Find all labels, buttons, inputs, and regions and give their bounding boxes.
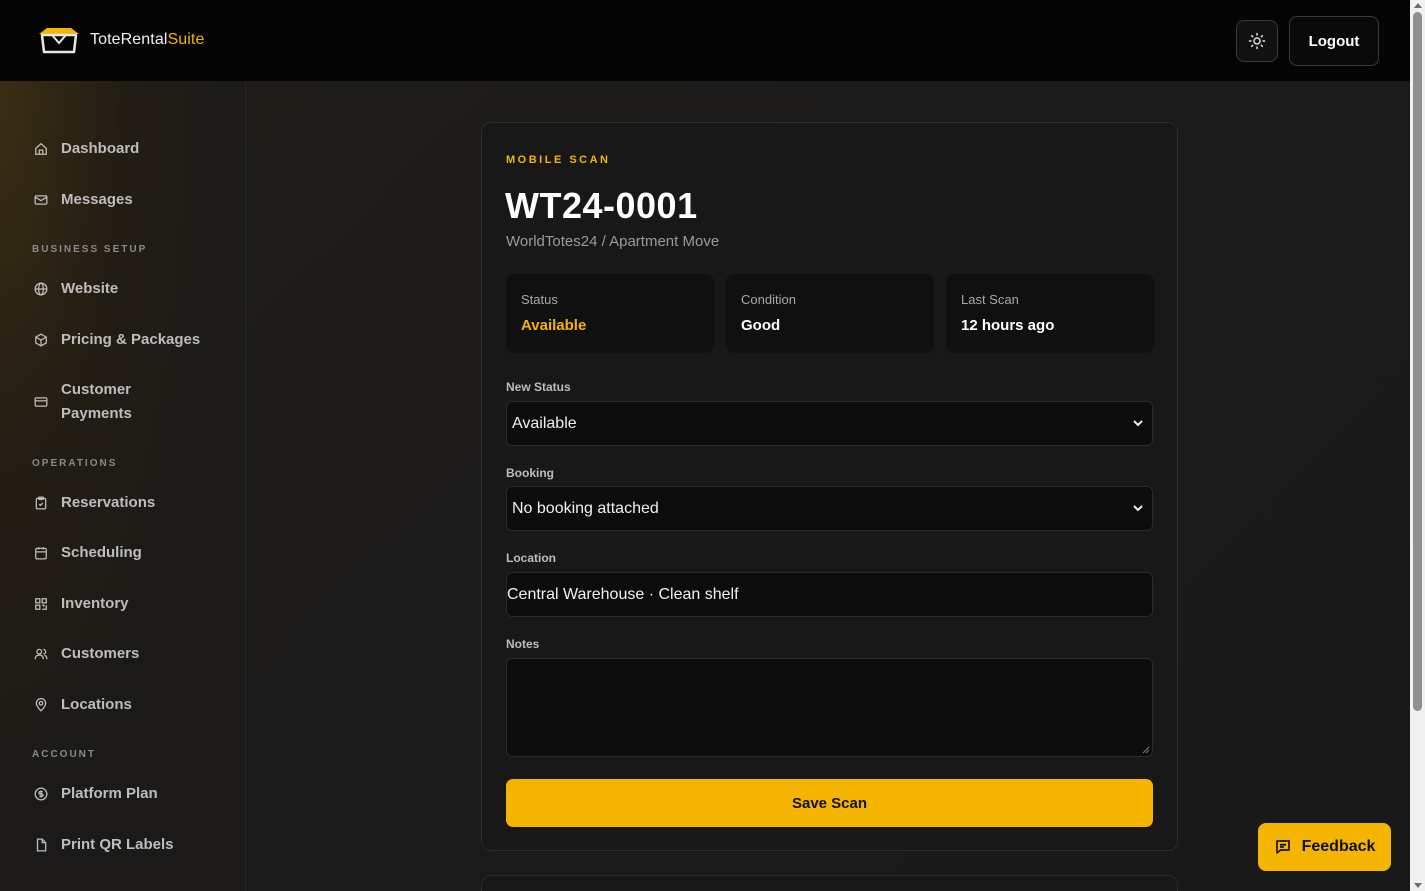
feedback-label: Feedback — [1301, 838, 1376, 855]
new-status-label: New Status — [506, 380, 571, 394]
map-pin-icon — [33, 698, 48, 713]
scroll-down-arrow[interactable] — [1414, 883, 1422, 888]
resize-grip-icon[interactable] — [1142, 746, 1150, 754]
stat-value: Good — [741, 317, 781, 334]
page-title: WT24-0001 — [505, 185, 698, 226]
sidebar-item-platform-plan[interactable]: Platform Plan — [33, 782, 158, 806]
location-label: Location — [506, 551, 556, 565]
section-eyebrow: MOBILE SCAN — [506, 154, 611, 166]
scroll-up-arrow[interactable] — [1414, 3, 1422, 8]
sidebar-item-label: Customers — [61, 645, 140, 662]
last-scan-stat: Last Scan 12 hours ago — [946, 274, 1154, 353]
stat-label: Last Scan — [961, 292, 1019, 307]
users-icon — [33, 647, 48, 662]
sidebar-item-dashboard[interactable]: Dashboard — [33, 137, 139, 161]
select-value: No booking attached — [512, 500, 659, 517]
booking-label: Booking — [506, 466, 554, 480]
app-name: ToteRentalSuite — [90, 31, 205, 48]
stat-label: Condition — [741, 292, 796, 307]
stat-value: 12 hours ago — [961, 317, 1055, 334]
location-input[interactable]: Central Warehouse · Clean shelf — [506, 572, 1153, 617]
clipboard-icon — [33, 496, 48, 511]
dollar-circle-icon — [33, 787, 48, 802]
condition-stat: Condition Good — [726, 274, 934, 353]
section-operations: OPERATIONS — [32, 458, 118, 469]
theme-toggle-button[interactable] — [1236, 20, 1278, 62]
sidebar-item-print-qr-labels[interactable]: Print QR Labels — [33, 833, 174, 857]
sidebar-item-label: Scheduling — [61, 544, 142, 561]
tote-subtitle: WorldTotes24 / Apartment Move — [506, 233, 720, 250]
sidebar-item-label: Website — [61, 280, 119, 297]
sidebar-item-label: Customer Payments — [61, 381, 132, 422]
tote-box-icon — [39, 28, 79, 54]
sidebar-item-label: Platform Plan — [61, 785, 158, 802]
sidebar-item-label: Messages — [61, 191, 133, 208]
section-business-setup: BUSINESS SETUP — [32, 244, 148, 255]
home-icon — [33, 142, 48, 157]
sidebar-item-customers[interactable]: Customers — [33, 642, 139, 666]
sidebar-item-website[interactable]: Website — [33, 277, 118, 301]
chevron-down-icon — [1133, 505, 1143, 512]
notes-label: Notes — [506, 637, 540, 651]
globe-icon — [33, 282, 48, 297]
sidebar-item-reservations[interactable]: Reservations — [33, 491, 155, 515]
sidebar-item-label: Dashboard — [61, 140, 140, 157]
secondary-card — [481, 875, 1178, 891]
top-bar: ToteRentalSuite Logout — [0, 0, 1410, 81]
mail-icon — [33, 193, 48, 208]
stat-label: Status — [521, 292, 558, 307]
calendar-icon — [33, 546, 48, 561]
booking-select[interactable]: No booking attached — [506, 486, 1153, 531]
status-stat: Status Available — [506, 274, 714, 353]
sidebar: Dashboard Messages BUSINESS SETUP Websit… — [0, 81, 246, 891]
scroll-thumb[interactable] — [1413, 12, 1422, 711]
app-logo[interactable]: ToteRentalSuite — [37, 26, 204, 54]
status-badge: Available — [521, 317, 587, 334]
sidebar-item-scheduling[interactable]: Scheduling — [33, 541, 142, 565]
sidebar-item-label: Inventory — [61, 595, 129, 612]
sidebar-item-locations[interactable]: Locations — [33, 693, 132, 717]
qr-code-icon — [33, 597, 48, 612]
sidebar-item-label: Reservations — [61, 494, 156, 511]
chevron-down-icon — [1133, 420, 1143, 427]
sidebar-item-label: Print QR Labels — [61, 836, 174, 853]
page-scrollbar[interactable] — [1410, 0, 1425, 891]
credit-card-icon — [33, 395, 48, 410]
mobile-scan-card: MOBILE SCAN WT24-0001 WorldTotes24 / Apa… — [481, 122, 1178, 851]
section-account: ACCOUNT — [32, 749, 96, 760]
new-status-select[interactable]: Available — [506, 401, 1153, 446]
chat-icon — [1275, 840, 1290, 854]
sidebar-item-customer-payments[interactable]: Customer Payments — [33, 378, 171, 426]
sidebar-item-messages[interactable]: Messages — [33, 188, 133, 212]
notes-textarea[interactable] — [506, 658, 1153, 757]
sun-icon — [1248, 32, 1266, 50]
sidebar-item-pricing[interactable]: Pricing & Packages — [33, 328, 200, 352]
input-value: Central Warehouse · Clean shelf — [507, 586, 739, 603]
sidebar-item-inventory[interactable]: Inventory — [33, 592, 129, 616]
select-value: Available — [512, 415, 577, 432]
sidebar-item-label: Pricing & Packages — [61, 331, 201, 348]
save-scan-button[interactable]: Save Scan — [506, 779, 1153, 827]
package-icon — [33, 333, 48, 348]
feedback-button[interactable]: Feedback — [1258, 823, 1391, 871]
sidebar-item-label: Locations — [61, 696, 132, 713]
file-icon — [33, 838, 48, 853]
logout-button[interactable]: Logout — [1289, 16, 1379, 66]
